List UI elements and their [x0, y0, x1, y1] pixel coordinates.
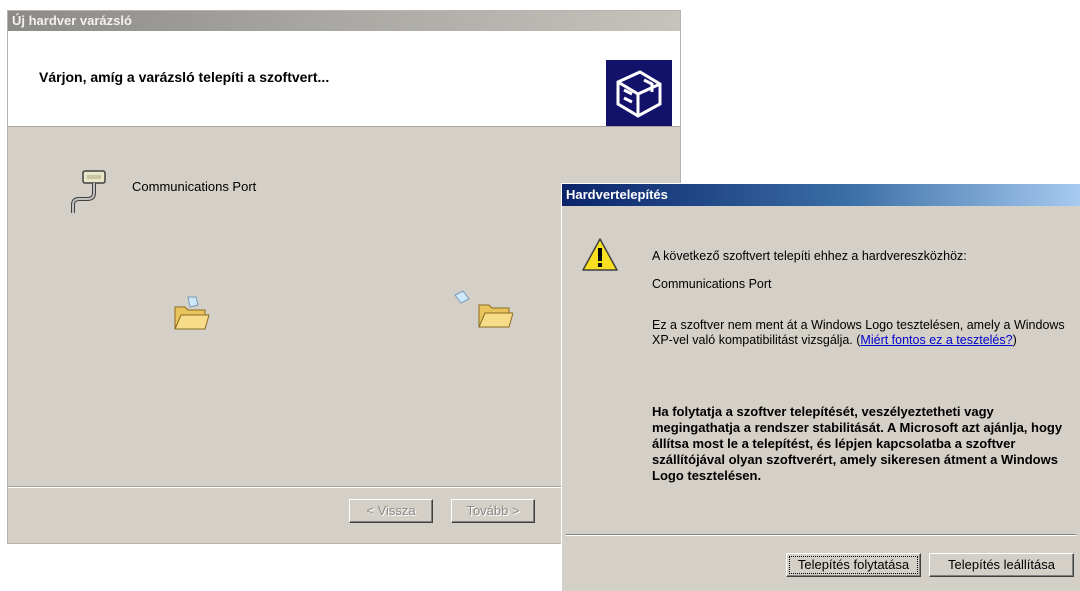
logo-testing-text-end: ): [1012, 333, 1017, 347]
install-intro-text: A következő szoftvert telepíti ehhez a h…: [652, 249, 967, 263]
hardware-wizard-icon: [606, 60, 672, 126]
stop-installation-button[interactable]: Telepítés leállítása: [929, 553, 1074, 577]
dialog-titlebar[interactable]: Hardvertelepítés: [562, 184, 1080, 206]
continue-installation-label: Telepítés folytatása: [789, 556, 918, 574]
device-name: Communications Port: [132, 179, 257, 194]
folder-icon: [171, 293, 211, 338]
folder-icon: [453, 289, 514, 336]
warning-icon: [580, 236, 620, 279]
why-testing-important-link[interactable]: Miért fontos ez a tesztelés?: [860, 333, 1012, 347]
next-button[interactable]: Tovább >: [451, 499, 535, 523]
back-button[interactable]: < Vissza: [349, 499, 433, 523]
wizard-titlebar[interactable]: Új hardver varázsló: [8, 11, 680, 31]
wizard-header-title: Várjon, amíg a varázsló telepíti a szoft…: [39, 69, 330, 85]
device-name: Communications Port: [652, 277, 772, 291]
dialog-separator: [566, 534, 1076, 536]
hardware-installation-dialog: Hardvertelepítés A következő szoftvert t…: [561, 183, 1080, 591]
wizard-header: Várjon, amíg a varázsló telepíti a szoft…: [8, 31, 680, 127]
continue-installation-button[interactable]: Telepítés folytatása: [786, 553, 921, 577]
logo-testing-text: Ez a szoftver nem ment át a Windows Logo…: [652, 318, 1070, 348]
stability-warning-text: Ha folytatja a szoftver telepítését, ves…: [652, 404, 1063, 483]
serial-port-icon: [69, 167, 113, 222]
